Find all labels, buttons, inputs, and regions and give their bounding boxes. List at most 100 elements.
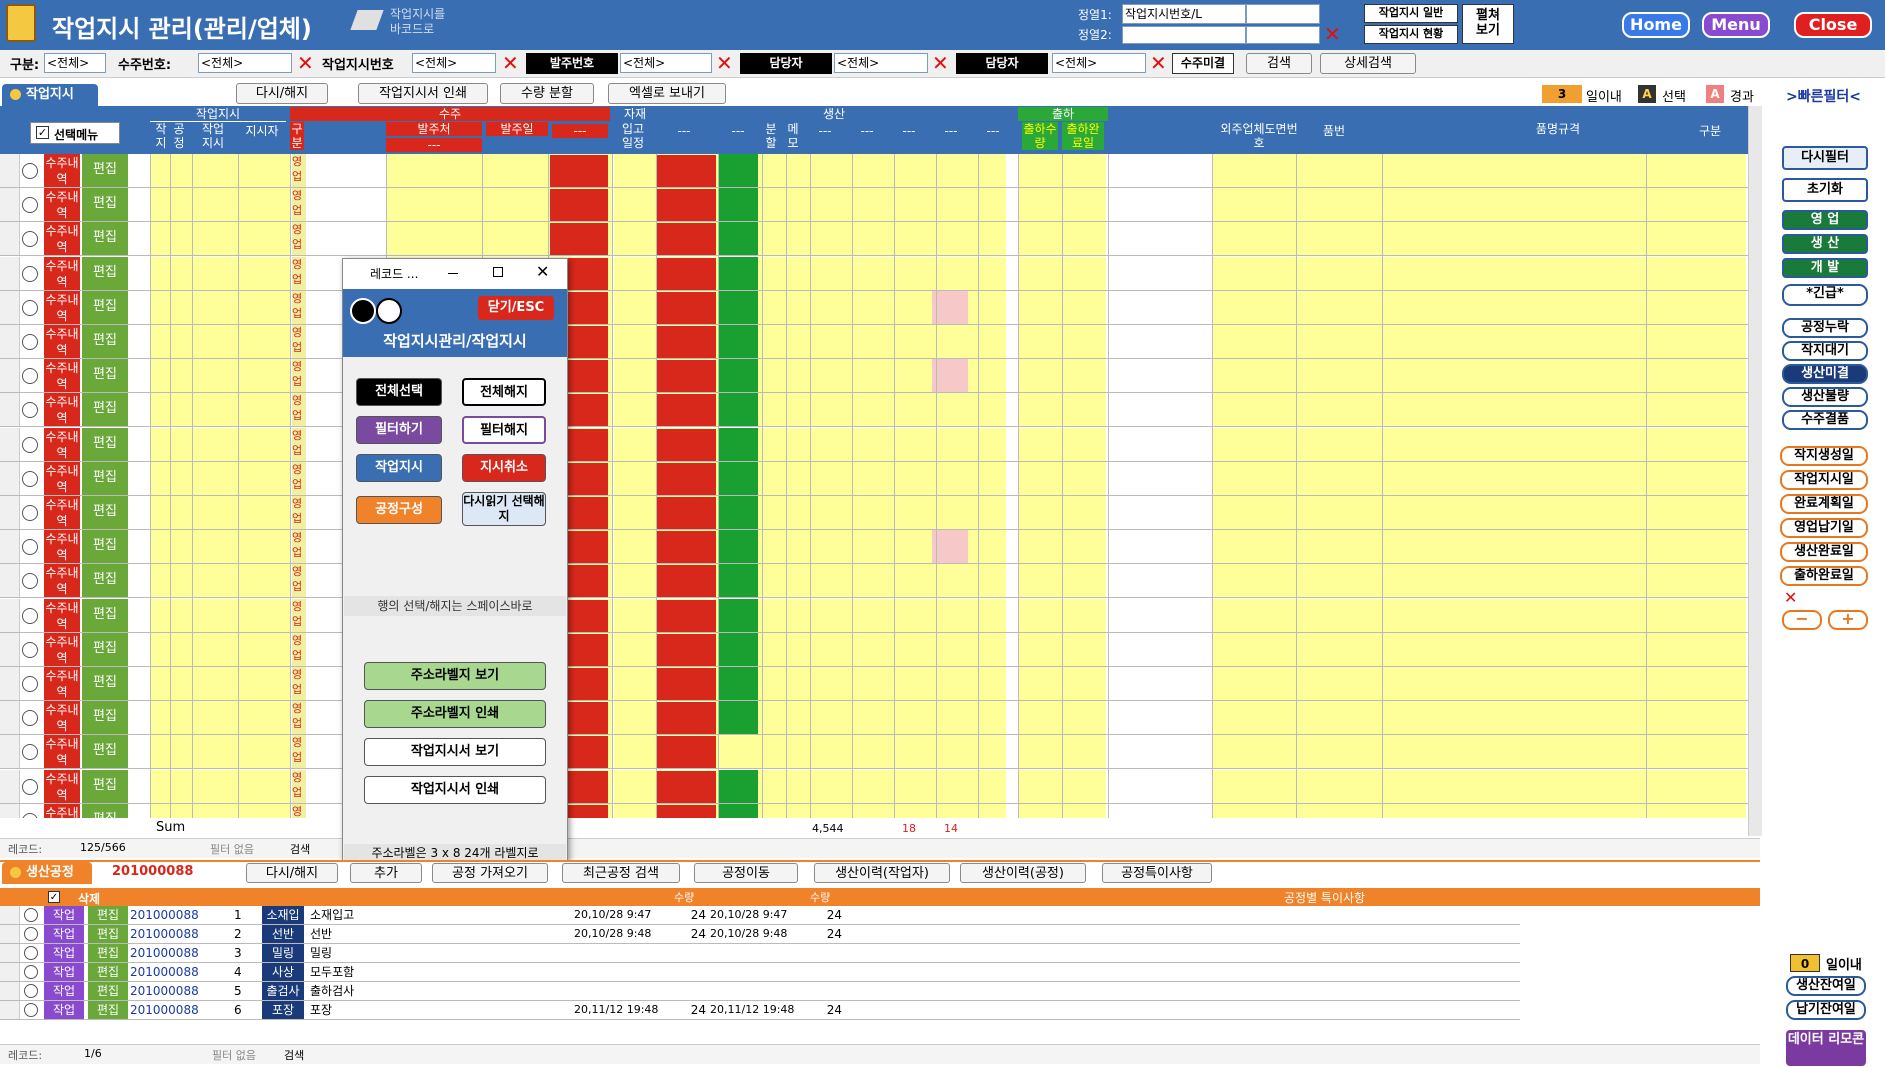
table-row[interactable]: 수주내역편집 영업 [0, 291, 1748, 325]
select-all-button[interactable]: 전체선택 [356, 378, 442, 406]
order-detail-button[interactable]: 수주내역 [44, 701, 80, 734]
row-selector[interactable] [0, 982, 20, 1000]
order-detail-button[interactable]: 수주내역 [44, 633, 80, 666]
work-button[interactable]: 작업 [44, 982, 84, 1000]
order-detail-button[interactable]: 수주내역 [44, 496, 80, 529]
edit-button[interactable]: 편집 [82, 291, 128, 324]
row-radio[interactable] [24, 1003, 38, 1017]
manager1-clear-icon[interactable]: ✕ [932, 53, 949, 73]
edit-button[interactable]: 편집 [82, 257, 128, 290]
gen-date-button[interactable]: 작지생성일 [1780, 446, 1868, 466]
wo-view-button[interactable]: 작업지시서 보기 [364, 738, 546, 766]
row-radio[interactable] [22, 402, 38, 418]
table-row[interactable]: 수주내역편집 영업 [0, 359, 1748, 393]
addr-label-view-button[interactable]: 주소라벨지 보기 [364, 662, 546, 690]
order-detail-button[interactable]: 수주내역 [44, 393, 80, 426]
order-detail-button[interactable]: 수주내역 [44, 770, 80, 803]
data-remote-button[interactable]: 데이터 리모콘 [1786, 1030, 1866, 1066]
wo-print-button[interactable]: 작업지시서 인쇄 [364, 776, 546, 804]
order-detail-button[interactable]: 수주내역 [44, 735, 80, 768]
addr-label-print-button[interactable]: 주소라벨지 인쇄 [364, 700, 546, 728]
row-selector[interactable] [0, 599, 20, 632]
order-detail-button[interactable]: 수주내역 [44, 257, 80, 290]
edit-button[interactable]: 편집 [88, 906, 128, 924]
edit-button[interactable]: 편집 [82, 393, 128, 426]
work-no-clear-icon[interactable]: ✕ [502, 53, 519, 73]
process-row[interactable]: 작업 편집 201000088 3 밀링 밀링 [0, 944, 1520, 963]
gubun-select[interactable]: <전체> [44, 53, 106, 73]
urgent-button[interactable]: *긴급* [1782, 284, 1868, 306]
process-record-position[interactable]: 1/6 [84, 1047, 124, 1060]
order-detail-button[interactable]: 수주내역 [44, 188, 80, 221]
edit-button[interactable]: 편집 [88, 925, 128, 943]
order-detail-button[interactable]: 수주내역 [44, 325, 80, 358]
table-row[interactable]: 수주내역편집 영업 [0, 393, 1748, 427]
grid-search-input[interactable]: 검색 [290, 841, 350, 857]
edit-button[interactable]: 편집 [82, 428, 128, 461]
reset-button[interactable]: 초기화 [1782, 178, 1868, 202]
row-selector[interactable] [0, 393, 20, 426]
hist-proc-button[interactable]: 생산이력(공정) [960, 863, 1086, 883]
sales-button[interactable]: 영 업 [1782, 210, 1868, 230]
row-selector[interactable] [0, 804, 20, 818]
edit-button[interactable]: 편집 [82, 804, 128, 818]
edit-button[interactable]: 편집 [82, 154, 128, 187]
row-selector[interactable] [0, 701, 20, 734]
row-radio[interactable] [22, 505, 38, 521]
row-radio[interactable] [22, 368, 38, 384]
process-add-button[interactable]: 추가 [350, 863, 422, 883]
row-radio[interactable] [22, 334, 38, 350]
row-radio[interactable] [22, 231, 38, 247]
plus-button[interactable]: + [1828, 610, 1868, 630]
edit-button[interactable]: 편집 [82, 770, 128, 803]
row-radio[interactable] [22, 539, 38, 555]
order-detail-button[interactable]: 수주내역 [44, 804, 80, 818]
row-radio[interactable] [24, 965, 38, 979]
excel-button[interactable]: 엑셀로 보내기 [608, 83, 726, 104]
edit-button[interactable]: 편집 [82, 359, 128, 392]
row-radio[interactable] [24, 908, 38, 922]
popup-close-esc-button[interactable]: 닫기/ESC [478, 296, 554, 320]
record-position[interactable]: 125/566 [80, 841, 136, 854]
table-row[interactable]: 수주내역편집 영업 [0, 222, 1748, 256]
edit-button[interactable]: 편집 [82, 564, 128, 597]
row-selector[interactable] [0, 291, 20, 324]
process-setup-button[interactable]: 공정구성 [356, 496, 442, 524]
row-radio[interactable] [22, 437, 38, 453]
process-fetch-button[interactable]: 공정 가져오기 [432, 863, 548, 883]
balju-input[interactable]: <전체> [620, 53, 712, 73]
row-selector[interactable] [0, 633, 20, 666]
work-button[interactable]: 작업 [44, 963, 84, 981]
deselect-all-button[interactable]: 전체해지 [462, 378, 546, 406]
edit-button[interactable]: 편집 [82, 496, 128, 529]
undone-button[interactable]: 수주미결 [1172, 53, 1234, 74]
row-radio[interactable] [22, 744, 38, 760]
missing-button[interactable]: 공정누락 [1782, 318, 1868, 338]
order-no-clear-icon[interactable]: ✕ [297, 53, 314, 73]
row-radio[interactable] [22, 163, 38, 179]
row-radio[interactable] [22, 573, 38, 589]
order-detail-button[interactable]: 수주내역 [44, 462, 80, 495]
row-radio[interactable] [22, 471, 38, 487]
row-radio[interactable] [24, 946, 38, 960]
split-qty-button[interactable]: 수량 분할 [500, 83, 594, 104]
table-row[interactable]: 수주내역편집 영업 [0, 530, 1748, 564]
table-row[interactable]: 수주내역편집 영업 [0, 770, 1748, 804]
process-special-button[interactable]: 공정특이사항 [1102, 863, 1212, 883]
row-radio[interactable] [24, 984, 38, 998]
row-selector[interactable] [0, 925, 20, 943]
prod-bad-button[interactable]: 생산불량 [1782, 387, 1868, 407]
grid-vscroll[interactable] [1748, 106, 1762, 836]
work-button[interactable]: 작업 [44, 906, 84, 924]
edit-button[interactable]: 편집 [82, 462, 128, 495]
row-radio[interactable] [22, 642, 38, 658]
order-detail-button[interactable]: 수주내역 [44, 530, 80, 563]
order-detail-button[interactable]: 수주내역 [44, 599, 80, 632]
side-days-value[interactable]: 0 [1790, 954, 1820, 972]
wo-status-button[interactable]: 작업지시 현황 [1364, 25, 1458, 44]
delivery-date-button[interactable]: 영업납기일 [1780, 518, 1868, 538]
ship-done-date-button[interactable]: 출하완료일 [1780, 566, 1868, 586]
edit-button[interactable]: 편집 [82, 530, 128, 563]
edit-button[interactable]: 편집 [88, 982, 128, 1000]
row-selector[interactable] [0, 188, 20, 221]
